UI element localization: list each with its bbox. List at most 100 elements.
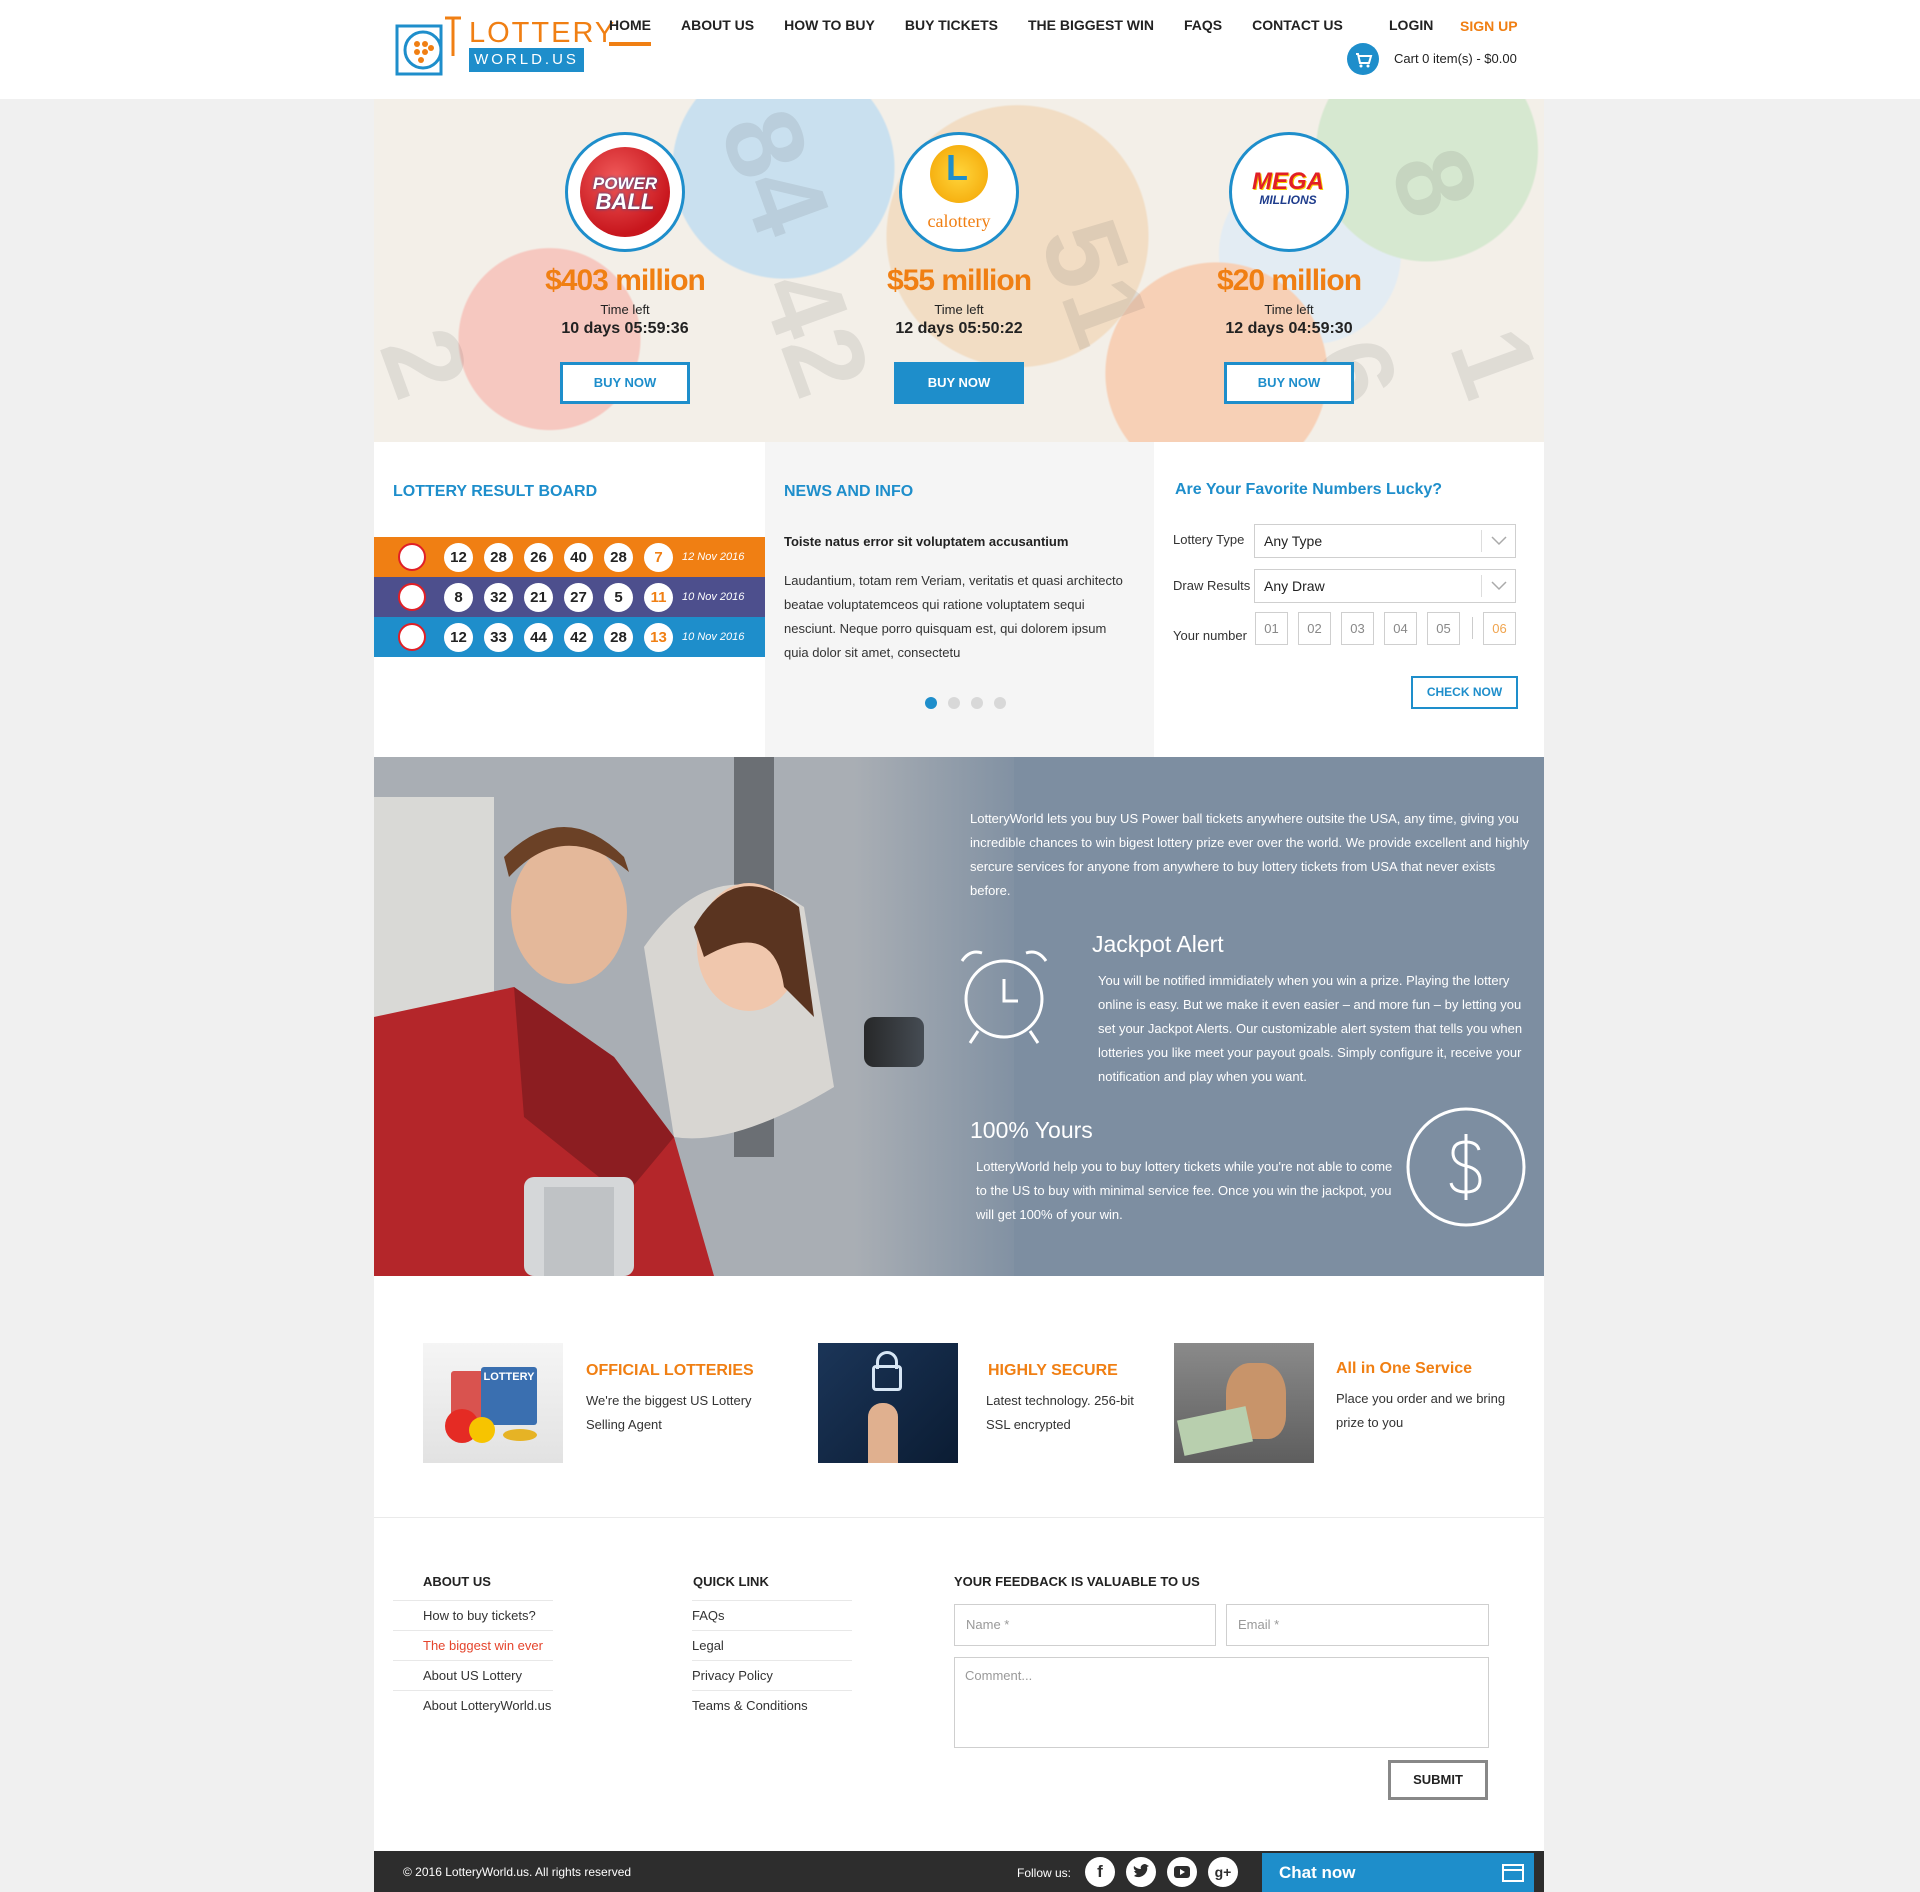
- result-ball: 40: [564, 542, 593, 572]
- copyright-text: © 2016 LotteryWorld.us. All rights reser…: [403, 1865, 632, 1879]
- time-left-label: Time left: [1264, 302, 1314, 317]
- comment-field[interactable]: Comment...: [954, 1657, 1489, 1748]
- result-row: 8 32 21 27 5 11 10 Nov 2016: [374, 577, 765, 617]
- result-board: LOTTERY RESULT BOARD 12 28 26 40 28 7 12 Nov 2…: [374, 442, 765, 757]
- number-input[interactable]: 01: [1255, 612, 1288, 645]
- news-carousel-dots: [925, 697, 1017, 709]
- chat-window-icon[interactable]: [1502, 1864, 1524, 1882]
- result-date: 12 Nov 2016: [682, 551, 745, 563]
- footer-link[interactable]: The biggest win ever: [393, 1630, 553, 1660]
- footer-quick-links: FAQs Legal Privacy Policy Teams & Condit…: [692, 1600, 852, 1720]
- carousel-dot[interactable]: [948, 697, 960, 709]
- nav-home[interactable]: HOME: [609, 17, 651, 46]
- google-plus-icon[interactable]: g+: [1208, 1857, 1238, 1887]
- chat-now-widget[interactable]: Chat now: [1262, 1853, 1534, 1892]
- result-ball: 28: [484, 542, 513, 572]
- nav-about-us[interactable]: ABOUT US: [681, 17, 754, 46]
- shopping-cart-icon[interactable]: [1347, 43, 1379, 75]
- buy-now-button[interactable]: BUY NOW: [894, 362, 1024, 404]
- carousel-dot[interactable]: [971, 697, 983, 709]
- number-input[interactable]: 03: [1341, 612, 1374, 645]
- feedback-title: YOUR FEEDBACK IS VALUABLE TO US: [954, 1574, 1200, 1589]
- footer-link[interactable]: FAQs: [692, 1600, 852, 1630]
- calottery-logo: L calottery: [899, 132, 1019, 252]
- number-input[interactable]: 05: [1427, 612, 1460, 645]
- your-number-label: Your number: [1173, 628, 1247, 643]
- megamillions-card: MEGA MILLIONS $20 million Time left 12 d…: [1179, 99, 1399, 404]
- twitter-icon[interactable]: [1126, 1857, 1156, 1887]
- lottery-mini-logo: [392, 543, 432, 571]
- service-title: HIGHLY SECURE: [988, 1362, 1118, 1379]
- site-logo[interactable]: LOTTERY WORLD.US: [395, 16, 614, 80]
- yours-text: LotteryWorld help you to buy lottery tic…: [976, 1159, 1393, 1222]
- bonus-ball: 7: [644, 542, 673, 572]
- result-ball: 12: [444, 622, 473, 652]
- news-panel: NEWS AND INFO Toiste natus error sit vol…: [765, 442, 1154, 757]
- facebook-icon[interactable]: f: [1085, 1857, 1115, 1887]
- result-ball: 12: [444, 542, 473, 572]
- footer-link[interactable]: How to buy tickets?: [393, 1600, 553, 1630]
- buy-now-button[interactable]: BUY NOW: [1224, 362, 1354, 404]
- footer-quick-title: QUICK LINK: [693, 1574, 769, 1589]
- result-date: 10 Nov 2016: [682, 591, 745, 603]
- time-left-label: Time left: [934, 302, 984, 317]
- countdown-timer: 12 days 05:50:22: [895, 320, 1023, 337]
- powerball-logo: POWER BALL: [565, 132, 685, 252]
- feature-section: LotteryWorld lets you buy US Power ball …: [374, 757, 1544, 1276]
- carousel-dot[interactable]: [994, 697, 1006, 709]
- signup-link[interactable]: SIGN UP: [1460, 18, 1518, 34]
- countdown-timer: 10 days 05:59:36: [561, 320, 689, 337]
- lottery-mini-logo: [392, 583, 432, 611]
- submit-button[interactable]: SUBMIT: [1388, 1760, 1488, 1800]
- site-footer: ABOUT US How to buy tickets? The biggest…: [374, 1517, 1544, 1851]
- footer-about-links: How to buy tickets? The biggest win ever…: [393, 1600, 553, 1720]
- footer-link[interactable]: Privacy Policy: [692, 1660, 852, 1690]
- alarm-clock-icon: [960, 950, 1048, 1044]
- service-text: Place you order and we bring prize to yo…: [1336, 1391, 1506, 1430]
- nav-faqs[interactable]: FAQS: [1184, 17, 1222, 46]
- footer-link[interactable]: About LotteryWorld.us: [393, 1690, 553, 1720]
- nav-buy-tickets[interactable]: BUY TICKETS: [905, 17, 998, 46]
- footer-about-title: ABOUT US: [423, 1574, 491, 1589]
- time-left-label: Time left: [600, 302, 650, 317]
- lottery-mini-logo: [392, 623, 432, 651]
- number-input[interactable]: 04: [1384, 612, 1417, 645]
- result-date: 10 Nov 2016: [682, 631, 745, 643]
- bonus-number-input[interactable]: 06: [1483, 612, 1516, 645]
- draw-results-select[interactable]: Any Draw: [1254, 569, 1516, 603]
- buy-now-button[interactable]: BUY NOW: [560, 362, 690, 404]
- footer-link[interactable]: About US Lottery: [393, 1660, 553, 1690]
- footer-link[interactable]: Legal: [692, 1630, 852, 1660]
- name-field[interactable]: Name *: [954, 1604, 1216, 1646]
- result-ball: 32: [484, 582, 513, 612]
- footer-link[interactable]: Teams & Conditions: [692, 1690, 852, 1720]
- lottery-type-select[interactable]: Any Type: [1254, 524, 1516, 558]
- result-ball: 27: [564, 582, 593, 612]
- services-section: LOTTERY OFFICIAL LOTTERIES We're the big…: [374, 1276, 1544, 1517]
- news-title: NEWS AND INFO: [784, 483, 914, 500]
- login-link[interactable]: LOGIN: [1389, 17, 1433, 33]
- nav-biggest-win[interactable]: THE BIGGEST WIN: [1028, 17, 1154, 46]
- email-field[interactable]: Email *: [1226, 1604, 1489, 1646]
- jackpot-amount: $55 million: [886, 264, 1032, 297]
- site-header: LOTTERY WORLD.US HOME ABOUT US HOW TO BU…: [0, 0, 1920, 99]
- news-headline[interactable]: Toiste natus error sit voluptatem accusa…: [784, 534, 1068, 549]
- jackpot-alert-text: You will be notified immidiately when yo…: [1098, 973, 1523, 1084]
- number-input[interactable]: 02: [1298, 612, 1331, 645]
- carousel-dot[interactable]: [925, 697, 937, 709]
- nav-contact-us[interactable]: CONTACT US: [1252, 17, 1343, 46]
- cart-summary[interactable]: Cart 0 item(s) - $0.00: [1394, 51, 1517, 66]
- hero-bg-number: 2: [374, 312, 493, 413]
- result-ball: 21: [524, 582, 553, 612]
- nav-how-to-buy[interactable]: HOW TO BUY: [784, 17, 875, 46]
- check-now-button[interactable]: CHECK NOW: [1411, 676, 1518, 709]
- youtube-icon[interactable]: [1167, 1857, 1197, 1887]
- draw-results-label: Draw Results: [1173, 578, 1251, 593]
- service-text: We're the biggest US Lottery Selling Age…: [586, 1393, 752, 1432]
- feature-intro-text: LotteryWorld lets you buy US Power ball …: [970, 811, 1530, 898]
- megamillions-logo: MEGA MILLIONS: [1229, 132, 1349, 252]
- result-row: 12 33 44 42 28 13 10 Nov 2016: [374, 617, 765, 657]
- service-title: All in One Service: [1336, 1360, 1473, 1377]
- result-row: 12 28 26 40 28 7 12 Nov 2016: [374, 537, 765, 577]
- main-nav: HOME ABOUT US HOW TO BUY BUY TICKETS THE…: [609, 17, 1373, 46]
